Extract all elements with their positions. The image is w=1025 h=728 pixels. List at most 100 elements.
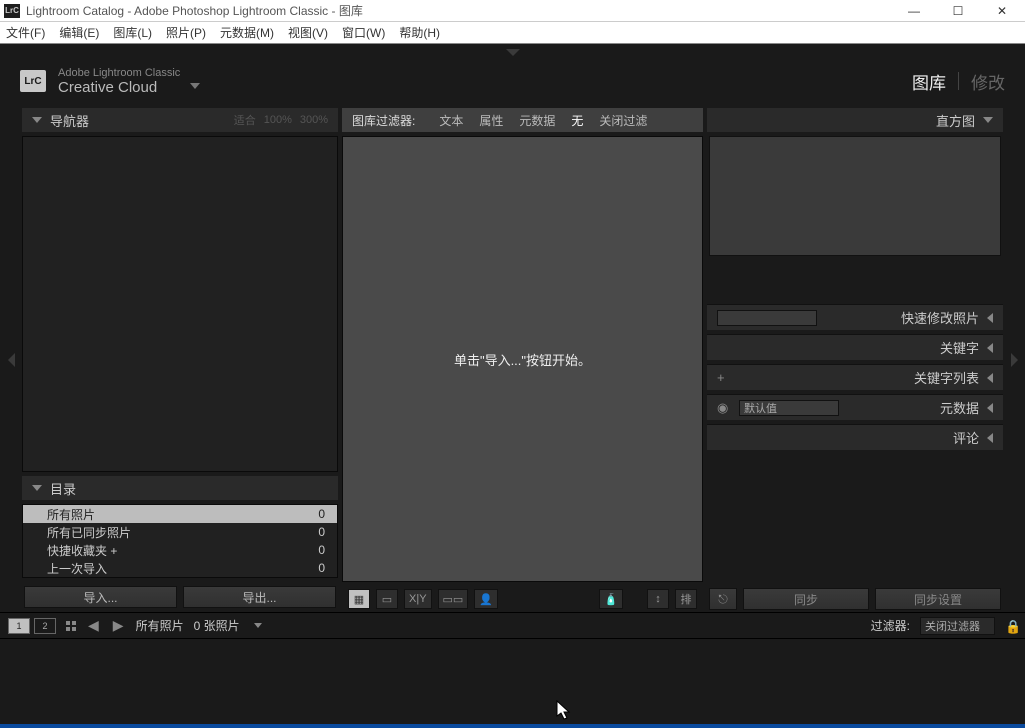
menu-metadata[interactable]: 元数据(M) — [220, 24, 274, 41]
sort-direction-button[interactable]: ↕ — [647, 589, 669, 609]
keywording-label: 关键字 — [940, 338, 979, 357]
people-view-button[interactable]: 👤 — [474, 589, 498, 609]
metadata-panel[interactable]: ◉ 默认值 元数据 — [707, 394, 1003, 420]
nav-back-button[interactable]: ◀ — [86, 617, 101, 634]
top-panel-toggle[interactable] — [506, 49, 520, 56]
catalog-row[interactable]: 所有照片 0 — [23, 505, 337, 523]
keywording-panel[interactable]: 关键字 — [707, 334, 1003, 360]
catalog-header[interactable]: 目录 — [22, 476, 338, 500]
identity-plate-menu[interactable] — [190, 83, 200, 89]
menu-help[interactable]: 帮助(H) — [399, 24, 440, 41]
catalog-row-label: 所有已同步照片 — [47, 524, 131, 541]
catalog-row[interactable]: 所有已同步照片0 — [23, 523, 337, 541]
maximize-button[interactable]: ☐ — [945, 2, 971, 20]
nav-forward-button[interactable]: ▶ — [111, 617, 126, 634]
catalog-row-count: 0 — [318, 543, 325, 557]
import-button[interactable]: 导入... — [24, 586, 177, 608]
primary-display-button[interactable]: 1 — [8, 618, 30, 634]
minimize-button[interactable]: — — [901, 2, 927, 20]
catalog-row-count: 0 — [318, 561, 325, 575]
metadata-preset-select[interactable]: 默认值 — [739, 400, 839, 416]
chevron-left-icon — [987, 403, 993, 413]
quick-develop-label: 快速修改照片 — [901, 308, 979, 327]
sync-settings-button[interactable]: 同步设置 — [875, 588, 1001, 610]
filter-attribute[interactable]: 属性 — [479, 112, 503, 129]
loupe-view-button[interactable]: ▭ — [376, 589, 398, 609]
catalog-list: 所有照片0所有已同步照片0快捷收藏夹 +0上一次导入0 — [22, 504, 338, 578]
navigator-header[interactable]: 导航器 适合 100% 300% — [22, 108, 338, 132]
taskbar-edge — [0, 724, 1025, 728]
catalog-row[interactable]: 快捷收藏夹 +0 — [23, 541, 337, 559]
sort-menu-button[interactable]: 排 — [675, 589, 697, 609]
sync-button[interactable]: 同步 — [743, 588, 869, 610]
chevron-left-icon — [987, 433, 993, 443]
module-separator — [958, 72, 959, 90]
histogram-header[interactable]: 直方图 — [707, 108, 1003, 132]
nav-300[interactable]: 300% — [300, 114, 328, 126]
filter-status-label: 过滤器: — [871, 617, 910, 634]
metadata-preset-value: 默认值 — [744, 400, 777, 416]
menu-view[interactable]: 视图(V) — [288, 24, 328, 41]
nav-100[interactable]: 100% — [264, 114, 292, 126]
menu-window[interactable]: 窗口(W) — [342, 24, 385, 41]
identity-plate-row: LrC Adobe Lightroom Classic Creative Clo… — [0, 60, 1025, 102]
grid-canvas: 单击"导入..."按钮开始。 — [342, 136, 703, 582]
catalog-row-count: 0 — [318, 507, 325, 521]
chevron-left-icon — [987, 373, 993, 383]
menu-library[interactable]: 图库(L) — [113, 24, 152, 41]
module-library[interactable]: 图库 — [912, 69, 946, 94]
menu-edit[interactable]: 编辑(E) — [59, 24, 99, 41]
left-panel-toggle[interactable] — [8, 353, 15, 367]
photo-count: 0 张照片 — [194, 617, 240, 634]
grid-view-button[interactable]: ▦ — [348, 589, 370, 609]
plus-icon[interactable]: + — [717, 370, 731, 385]
filter-none[interactable]: 无 — [571, 112, 583, 129]
chevron-down-icon — [983, 117, 993, 123]
source-dropdown[interactable] — [254, 623, 262, 628]
brand-line2: Creative Cloud — [58, 79, 180, 96]
secondary-display-button[interactable]: 2 — [34, 618, 56, 634]
chevron-left-icon — [987, 343, 993, 353]
center-toolbar: ▦ ▭ X|Y ▭▭ 👤 🧴 ↕ 排 — [342, 586, 703, 612]
sync-toggle-button[interactable]: ⎋ — [709, 588, 737, 610]
metadata-label: 元数据 — [940, 398, 979, 417]
catalog-row-label: 上一次导入 — [47, 560, 107, 577]
lock-icon[interactable]: 🔒 — [1005, 619, 1017, 633]
library-filter-bar: 图库过滤器: 文本 属性 元数据 无 关闭过滤 — [342, 108, 703, 132]
compare-xy-button[interactable]: X|Y — [404, 589, 432, 609]
filter-off[interactable]: 关闭过滤 — [599, 112, 647, 129]
eye-icon[interactable]: ◉ — [717, 400, 731, 416]
chevron-down-icon — [32, 117, 42, 123]
nav-fit[interactable]: 适合 — [234, 112, 256, 128]
window-title: Lightroom Catalog - Adobe Photoshop Ligh… — [26, 2, 901, 19]
source-label[interactable]: 所有照片 — [136, 617, 184, 634]
app-icon: LrC — [4, 4, 20, 18]
filter-metadata[interactable]: 元数据 — [519, 112, 555, 129]
menu-photo[interactable]: 照片(P) — [166, 24, 206, 41]
catalog-row[interactable]: 上一次导入 0 — [23, 559, 337, 577]
survey-view-button[interactable]: ▭▭ — [438, 589, 469, 609]
chevron-down-icon — [32, 485, 42, 491]
menu-file[interactable]: 文件(F) — [6, 24, 45, 41]
navigator-preview — [22, 136, 338, 472]
grid-toggle-icon[interactable] — [66, 621, 76, 631]
export-button[interactable]: 导出... — [183, 586, 336, 608]
filter-text[interactable]: 文本 — [439, 112, 463, 129]
catalog-title: 目录 — [50, 479, 76, 498]
preset-select[interactable] — [717, 310, 817, 326]
comments-label: 评论 — [953, 428, 979, 447]
window-titlebar: LrC Lightroom Catalog - Adobe Photoshop … — [0, 0, 1025, 22]
module-develop[interactable]: 修改 — [971, 69, 1005, 94]
brand-line1: Adobe Lightroom Classic — [58, 67, 180, 79]
filmstrip — [0, 638, 1025, 724]
comments-panel[interactable]: 评论 — [707, 424, 1003, 450]
keyword-list-panel[interactable]: + 关键字列表 — [707, 364, 1003, 390]
empty-state-text: 单击"导入..."按钮开始。 — [454, 350, 591, 369]
catalog-row-label: 所有照片 — [47, 506, 95, 523]
filter-preset-select[interactable]: 关闭过滤器 — [920, 617, 995, 635]
right-panel-toggle[interactable] — [1011, 353, 1018, 367]
close-button[interactable]: ✕ — [989, 2, 1015, 20]
filmstrip-status-bar: 1 2 ◀ ▶ 所有照片 0 张照片 过滤器: 关闭过滤器 🔒 — [0, 612, 1025, 638]
quick-develop-panel[interactable]: 快速修改照片 — [707, 304, 1003, 330]
painter-tool-button[interactable]: 🧴 — [599, 589, 623, 609]
